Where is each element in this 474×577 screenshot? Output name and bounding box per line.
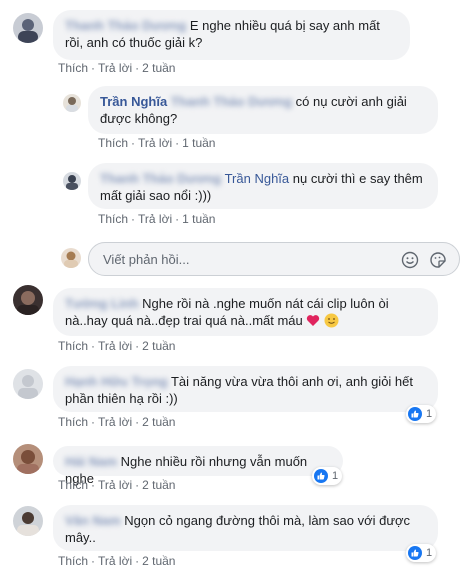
current-user-avatar [61, 248, 81, 268]
like-link[interactable]: Thích [58, 415, 88, 429]
sticker-icon[interactable] [429, 251, 447, 274]
like-link[interactable]: Thích [98, 136, 128, 150]
reaction-count[interactable]: 1 [406, 544, 437, 562]
comment-actions: Thích · Trả lời · 1 tuần [98, 212, 216, 226]
like-link[interactable]: Thích [58, 339, 88, 353]
reaction-count[interactable]: 1 [312, 467, 343, 485]
comment-bubble: Tường Linh Nghe rồi nà .nghe muốn nát cá… [53, 288, 438, 336]
comment-bubble: Thanh Thảo Dương Trần Nghĩa nụ cười thì … [88, 163, 438, 209]
comment-bubble: Thanh Thảo Dương E nghe nhiều quá bị say… [53, 10, 410, 60]
reply-link[interactable]: Trả lời [98, 554, 132, 568]
reaction-count[interactable]: 1 [406, 405, 437, 423]
heart-emoji [306, 314, 320, 331]
timestamp[interactable]: 2 tuần [142, 415, 175, 429]
like-icon [314, 469, 328, 483]
reply-link[interactable]: Trả lời [138, 136, 172, 150]
timestamp[interactable]: 2 tuần [142, 61, 175, 75]
comment-actions: Thích · Trả lời · 2 tuần [58, 339, 176, 353]
like-icon [408, 546, 422, 560]
comment-author[interactable]: Tường Linh [65, 296, 139, 311]
timestamp[interactable]: 1 tuần [182, 136, 215, 150]
comment-actions: Thích · Trả lời · 2 tuần [58, 478, 176, 492]
comment-author[interactable]: Hải Nam [65, 454, 117, 469]
reply-box [88, 242, 460, 276]
reply-link[interactable]: Trả lời [98, 478, 132, 492]
comment-actions: Thích · Trả lời · 2 tuần [58, 554, 176, 568]
comment-actions: Thích · Trả lời · 2 tuần [58, 415, 176, 429]
like-link[interactable]: Thích [58, 554, 88, 568]
comment-author[interactable]: Thanh Thảo Dương [100, 171, 221, 186]
like-link[interactable]: Thích [58, 478, 88, 492]
reply-input[interactable] [101, 251, 385, 268]
comment-author[interactable]: Hạnh Hữu Trọng [65, 374, 168, 389]
avatar[interactable] [13, 285, 43, 315]
reply-link[interactable]: Trả lời [98, 415, 132, 429]
reply-link[interactable]: Trả lời [138, 212, 172, 226]
comment-author[interactable]: Trần Nghĩa [100, 94, 167, 109]
comment-bubble: Hạnh Hữu Trọng Tài năng vừa vừa thôi anh… [53, 366, 438, 412]
avatar[interactable] [13, 444, 43, 474]
avatar[interactable] [13, 369, 43, 399]
reply-link[interactable]: Trả lời [98, 61, 132, 75]
comment-actions: Thích · Trả lời · 2 tuần [58, 61, 176, 75]
like-icon [408, 407, 422, 421]
mention-tag[interactable]: Trần Nghĩa [225, 171, 290, 186]
timestamp[interactable]: 1 tuần [182, 212, 215, 226]
comment-bubble: Trần Nghĩa Thanh Thảo Dương có nụ cười a… [88, 86, 438, 134]
avatar[interactable] [63, 172, 81, 190]
timestamp[interactable]: 2 tuần [142, 339, 175, 353]
timestamp[interactable]: 2 tuần [142, 478, 175, 492]
comment-bubble: Hải Nam Nghe nhiều rồi nhưng vẫn muốn ng… [53, 446, 343, 486]
mention-tag[interactable]: Thanh Thảo Dương [171, 94, 292, 109]
reaction-number: 1 [332, 470, 339, 482]
avatar[interactable] [63, 94, 81, 112]
timestamp[interactable]: 2 tuần [142, 554, 175, 568]
comment-author[interactable]: Văn Nam [65, 513, 121, 528]
reply-link[interactable]: Trả lời [98, 339, 132, 353]
reaction-number: 1 [426, 408, 433, 420]
smiley-icon[interactable] [401, 251, 419, 274]
like-link[interactable]: Thích [58, 61, 88, 75]
avatar[interactable] [13, 13, 43, 43]
comment-author[interactable]: Thanh Thảo Dương [65, 18, 186, 33]
like-link[interactable]: Thích [98, 212, 128, 226]
avatar[interactable] [13, 506, 43, 536]
smile-emoji [324, 313, 339, 332]
reaction-number: 1 [426, 547, 433, 559]
comment-actions: Thích · Trả lời · 1 tuần [98, 136, 216, 150]
comment-bubble: Văn Nam Ngọn cỏ ngang đường thôi mà, làm… [53, 505, 438, 551]
